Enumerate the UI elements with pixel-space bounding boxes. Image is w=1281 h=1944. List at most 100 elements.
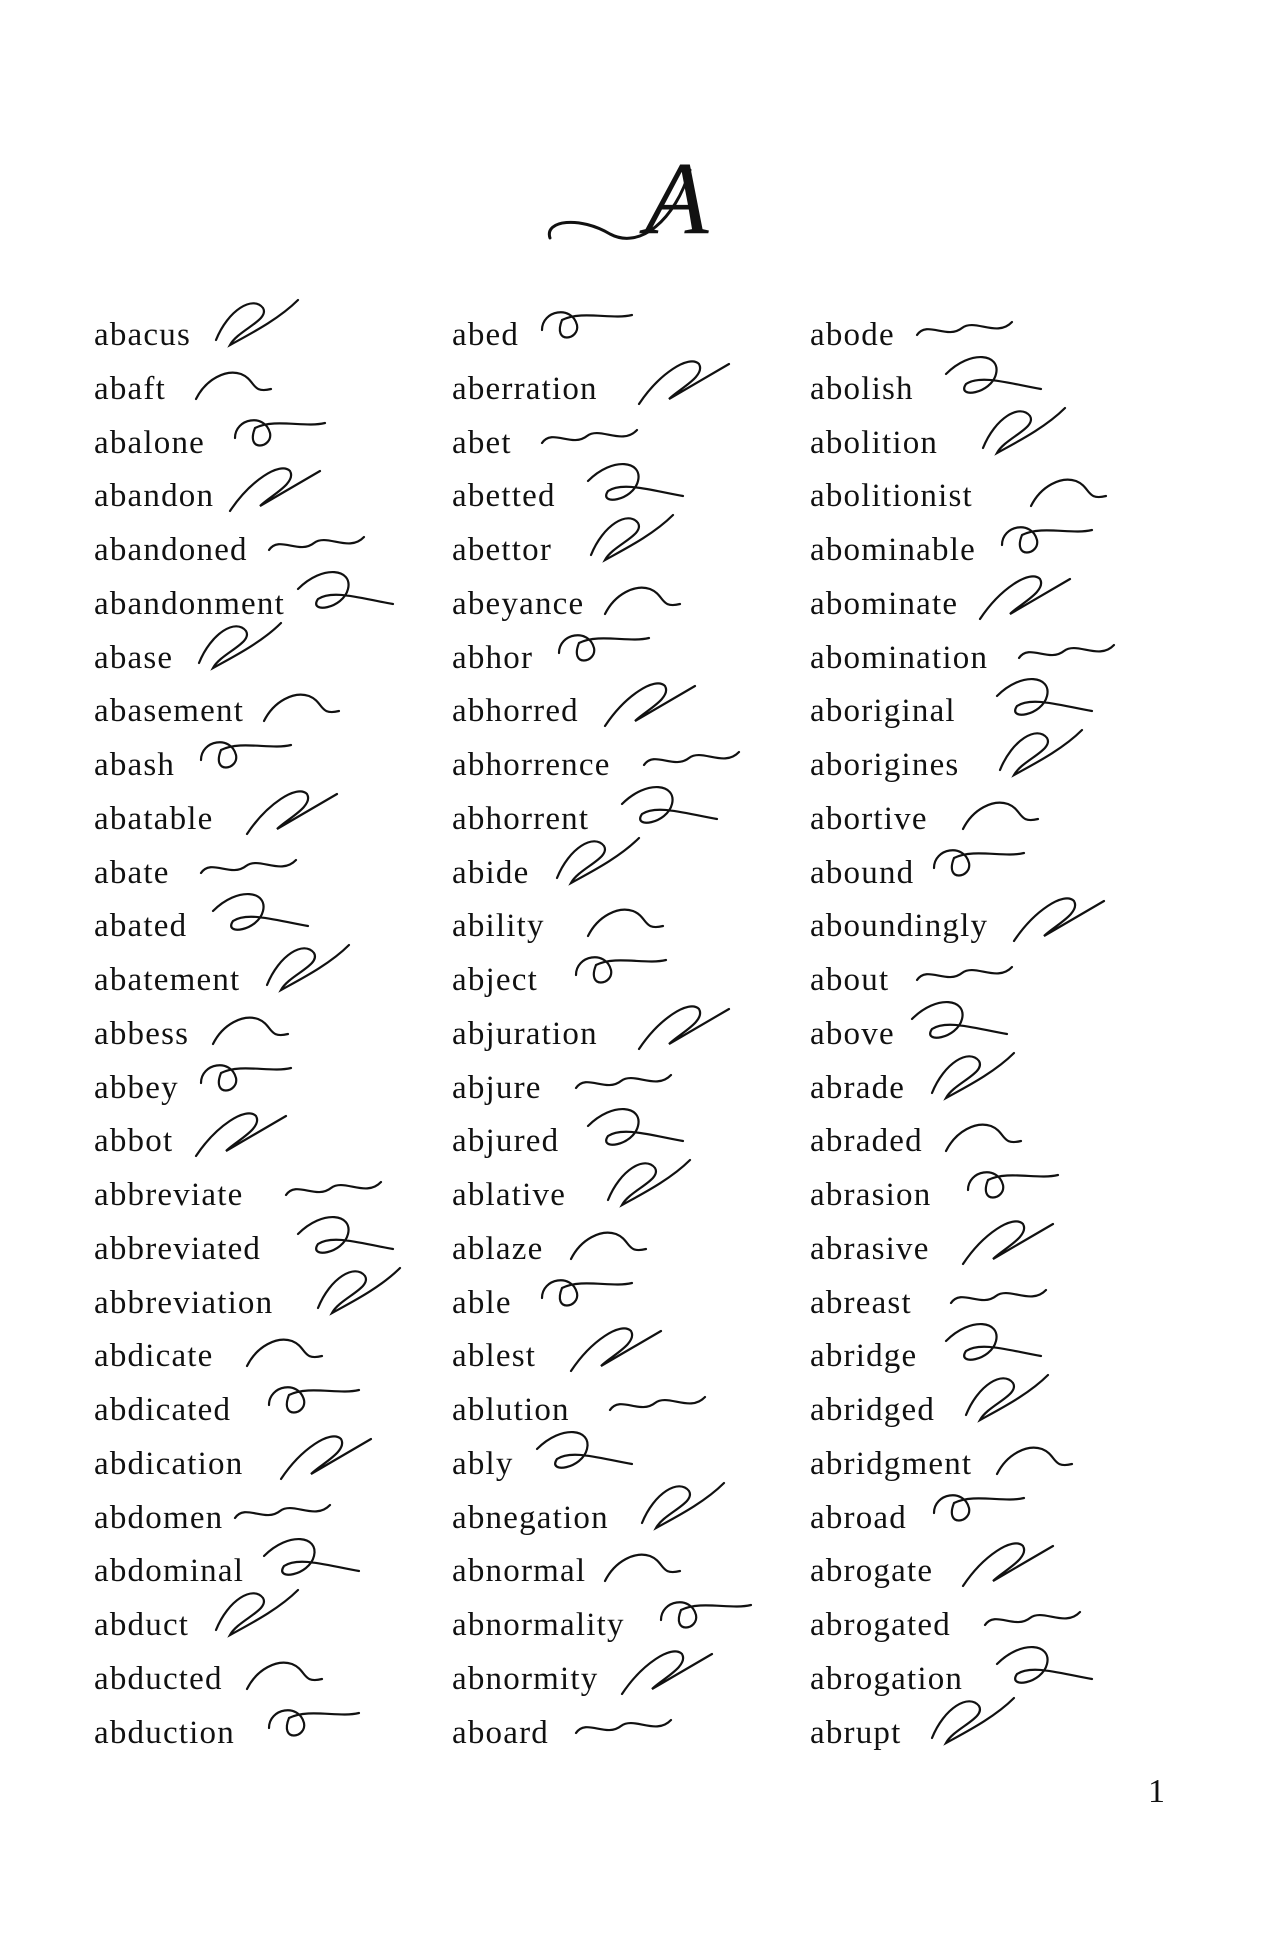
outline-stroke	[995, 678, 1094, 716]
entry-word: abode	[810, 317, 895, 353]
entry-row: abed	[452, 308, 812, 362]
entry-word: abolish	[810, 370, 914, 407]
outline-stroke	[296, 1215, 395, 1254]
entry-word: abortive	[810, 800, 928, 837]
entry-word: abominate	[810, 585, 959, 622]
outline-stroke	[932, 1493, 1026, 1521]
outline-stroke	[199, 1063, 293, 1091]
entry-word: abbess	[94, 1015, 190, 1052]
entry-word: abjured	[452, 1123, 560, 1160]
entry-word: abacus	[94, 317, 191, 353]
entry-word: abnormality	[452, 1607, 625, 1643]
outline-stroke	[964, 1373, 1050, 1423]
dictionary-page: A abacus abaft abalone abandon abandoned aban…	[0, 0, 1281, 1944]
entry-word: abdomen	[94, 1499, 224, 1536]
entry-word: abject	[452, 962, 538, 998]
outline-stroke	[233, 1503, 332, 1519]
outline-stroke	[233, 418, 327, 446]
outline-stroke	[267, 1708, 361, 1736]
outline-stroke	[620, 785, 719, 824]
section-heading: A	[540, 144, 740, 260]
outline-stroke	[589, 513, 675, 563]
outline-stroke	[642, 750, 741, 767]
outline-stroke	[944, 1123, 1023, 1153]
entry-word: abalone	[94, 424, 206, 461]
entry-row: abrogated	[810, 1598, 1170, 1652]
outline-stroke	[961, 801, 1040, 830]
entry-word: abjure	[452, 1069, 542, 1106]
outline-stroke	[199, 858, 298, 874]
outline-stroke	[197, 621, 283, 671]
entry-word: abrupt	[810, 1714, 902, 1751]
outline-stroke	[267, 1386, 361, 1414]
entry-word: abated	[94, 908, 188, 945]
entry-word: ability	[452, 908, 545, 945]
entry-row: abhorred	[452, 682, 812, 738]
entry-word: ably	[452, 1445, 514, 1482]
shorthand-outline-icon	[296, 570, 395, 609]
outline-stroke	[932, 848, 1026, 876]
entry-word: abduction	[94, 1714, 235, 1751]
entry-row: abject	[452, 953, 812, 1007]
entry-word: abash	[94, 747, 176, 783]
entry-word: ablest	[452, 1338, 537, 1375]
entry-word: abrasive	[810, 1230, 930, 1267]
entry-word: abetted	[452, 478, 556, 515]
entry-word: abominable	[810, 532, 976, 568]
entry-word: abomination	[810, 639, 989, 676]
outline-stroke	[194, 1112, 288, 1158]
outline-stroke	[569, 1231, 648, 1260]
entry-row: abrupt	[810, 1696, 1170, 1760]
entry-word: abide	[452, 854, 530, 891]
entry-word: abdicated	[94, 1392, 232, 1428]
entry-word: abed	[452, 317, 520, 353]
outline-stroke	[586, 463, 685, 501]
outline-stroke	[245, 1661, 324, 1690]
word-column-3: abode abolish abolition abolitionist abomina…	[810, 308, 1170, 1759]
entry-word: abreast	[810, 1284, 912, 1321]
outline-stroke	[557, 633, 651, 661]
entry-word: abraded	[810, 1123, 923, 1160]
outline-stroke	[199, 741, 293, 769]
outline-stroke	[267, 535, 366, 552]
entry-word: abbreviate	[94, 1177, 244, 1213]
outline-stroke	[603, 1553, 682, 1583]
outline-stroke	[574, 1718, 673, 1734]
entry-word: abbreviated	[94, 1230, 262, 1267]
outline-stroke	[640, 1481, 726, 1531]
entry-word: abhorrence	[452, 747, 611, 783]
entry-word: abrade	[810, 1069, 906, 1106]
entry-row: ably	[452, 1430, 812, 1491]
section-letter: A	[645, 141, 709, 256]
entry-word: abbot	[94, 1123, 174, 1160]
entry-word: abrogate	[810, 1553, 934, 1590]
shorthand-outline-icon	[574, 1718, 673, 1734]
shorthand-outline-icon	[535, 1430, 634, 1469]
entry-word: abhor	[452, 639, 534, 676]
outline-stroke	[1012, 897, 1106, 943]
outline-stroke	[606, 1158, 692, 1208]
outline-stroke	[966, 1171, 1060, 1199]
outline-stroke	[586, 1108, 685, 1146]
entry-word: abandon	[94, 478, 215, 515]
entry-word: able	[452, 1284, 512, 1321]
entry-word: abdication	[94, 1445, 244, 1482]
entry-row: abdicated	[94, 1383, 454, 1437]
entry-word: abet	[452, 424, 512, 461]
outline-stroke	[296, 570, 395, 609]
outline-stroke	[981, 406, 1067, 456]
entry-row: abolitionist	[810, 469, 1170, 523]
entry-row: aboard	[452, 1706, 812, 1760]
outline-stroke	[659, 1601, 753, 1629]
entry-word: abettor	[452, 532, 553, 568]
outline-stroke	[574, 956, 668, 984]
entry-row: abduction	[94, 1706, 454, 1760]
entry-word: aboriginal	[810, 693, 956, 730]
outline-stroke	[262, 693, 341, 723]
outline-stroke	[930, 1696, 1016, 1746]
outline-stroke	[949, 1288, 1048, 1304]
entry-word: abridge	[810, 1338, 918, 1375]
entry-word: abase	[94, 639, 174, 676]
outline-stroke	[555, 836, 641, 886]
entry-word: aborigines	[810, 747, 960, 783]
